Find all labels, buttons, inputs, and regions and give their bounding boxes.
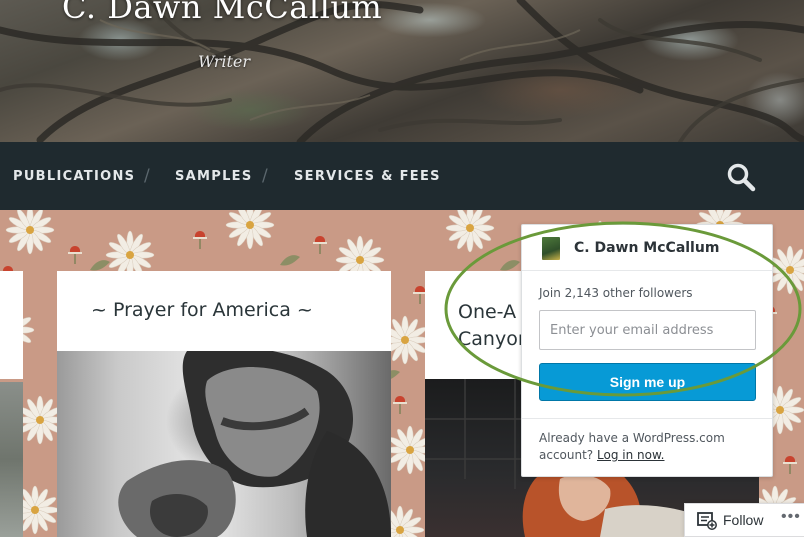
login-link[interactable]: Log in now. (597, 448, 664, 462)
post-image-partial[interactable] (0, 382, 23, 537)
search-icon[interactable] (726, 162, 756, 192)
follow-popup: C. Dawn McCallum Join 2,143 other follow… (521, 224, 773, 477)
praying-man-image (118, 351, 391, 537)
post-image[interactable] (57, 351, 391, 537)
follow-bar: Follow ••• (684, 503, 804, 537)
sign-me-up-button[interactable]: Sign me up (539, 363, 756, 401)
main-navigation: PUBLICATIONS / SAMPLES / SERVICES & FEES (0, 142, 804, 210)
post-title-line: Canyon (458, 328, 530, 350)
post-title-line: One-A (458, 301, 517, 323)
more-options-icon[interactable]: ••• (781, 508, 801, 526)
site-avatar (542, 237, 560, 260)
follow-button[interactable]: Follow (723, 512, 763, 528)
site-title[interactable]: C. Dawn McCallum (62, 0, 382, 26)
site-tagline: Writer (198, 52, 251, 71)
nav-item-publications[interactable]: PUBLICATIONS (13, 169, 135, 184)
nav-item-services-fees[interactable]: SERVICES & FEES (294, 169, 441, 184)
popup-divider (522, 418, 772, 419)
follow-reader-icon (697, 512, 717, 530)
email-input[interactable] (539, 310, 756, 350)
popup-header: C. Dawn McCallum (522, 225, 772, 271)
nav-separator: / (262, 166, 268, 186)
post-card[interactable]: ~ Prayer for America ~ (57, 271, 391, 351)
post-card-partial[interactable] (0, 271, 23, 379)
login-prompt: Already have a WordPress.com account? Lo… (539, 430, 759, 464)
post-card[interactable]: One-A Canyon (425, 271, 530, 379)
follower-count-text: Join 2,143 other followers (539, 286, 693, 300)
post-title[interactable]: ~ Prayer for America ~ (91, 299, 313, 321)
nav-item-samples[interactable]: SAMPLES (175, 169, 253, 184)
site-header: C. Dawn McCallum Writer (0, 0, 804, 142)
popup-site-name[interactable]: C. Dawn McCallum (574, 240, 719, 256)
nav-separator: / (144, 166, 150, 186)
